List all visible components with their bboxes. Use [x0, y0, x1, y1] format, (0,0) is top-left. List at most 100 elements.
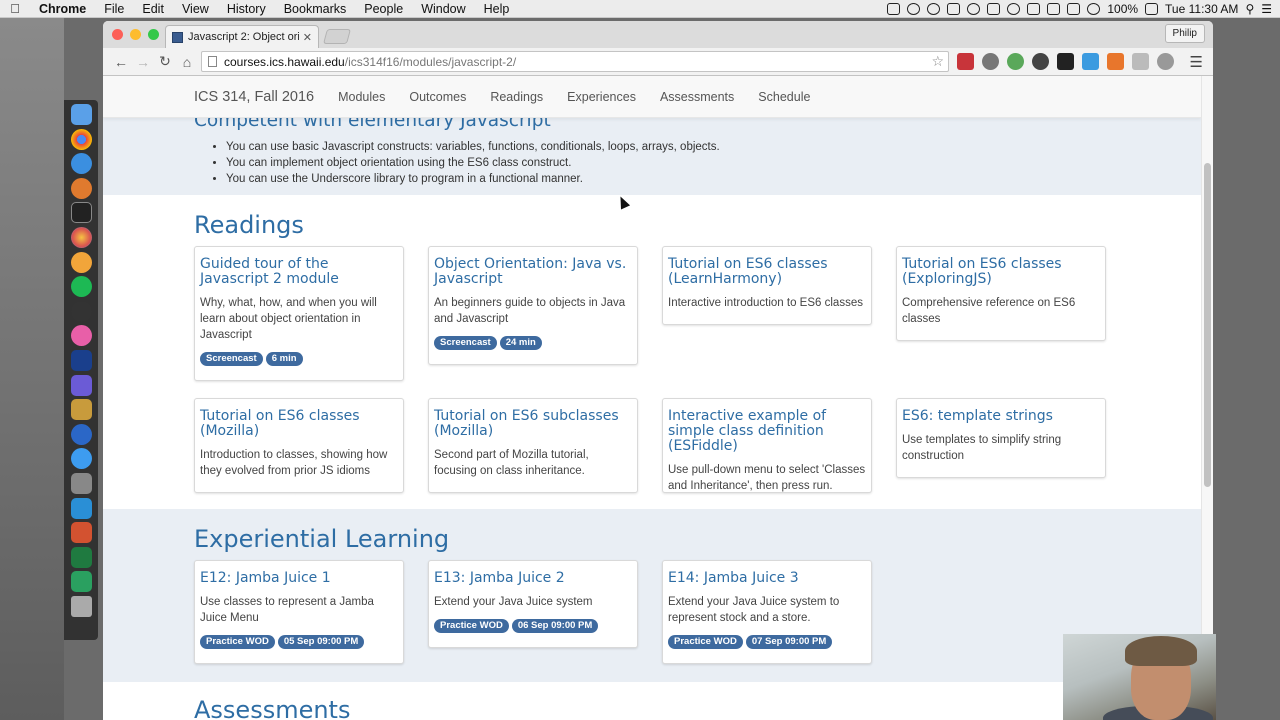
- apple-icon[interactable]: : [0, 1, 30, 16]
- menu-history[interactable]: History: [218, 2, 275, 16]
- chrome-icon[interactable]: [70, 128, 92, 150]
- trash-icon[interactable]: [70, 595, 92, 617]
- menu-edit[interactable]: Edit: [133, 2, 173, 16]
- card-title-link[interactable]: ES6: template strings: [902, 409, 1100, 424]
- scrollbar-thumb[interactable]: [1204, 163, 1211, 487]
- back-arrow-icon[interactable]: ←: [110, 54, 132, 70]
- experience-card[interactable]: E13: Jamba Juice 2 Extend your Java Juic…: [428, 560, 638, 648]
- experience-card[interactable]: E14: Jamba Juice 3 Extend your Java Juic…: [662, 560, 872, 664]
- timer-icon[interactable]: [967, 3, 981, 15]
- dropbox-icon[interactable]: [1027, 3, 1041, 15]
- extension-red-icon[interactable]: [957, 53, 974, 70]
- extension-blue-icon[interactable]: [1082, 53, 1099, 70]
- menu-help[interactable]: Help: [475, 2, 519, 16]
- close-window-button[interactable]: [112, 29, 123, 40]
- wifi-icon[interactable]: [1087, 3, 1101, 15]
- jetbrains-extension-icon[interactable]: [1057, 53, 1074, 70]
- powerpoint-icon[interactable]: [70, 522, 92, 544]
- page-scrollbar[interactable]: [1201, 76, 1213, 720]
- menu-bookmarks[interactable]: Bookmarks: [275, 2, 356, 16]
- warning-icon[interactable]: [987, 3, 1001, 15]
- intellij-icon[interactable]: [70, 349, 92, 371]
- evernote-extension-icon[interactable]: [1007, 53, 1024, 70]
- battery-icon[interactable]: [1145, 3, 1159, 15]
- nav-experiences[interactable]: Experiences: [555, 90, 648, 104]
- zoom-window-button[interactable]: [148, 29, 159, 40]
- card-title-link[interactable]: Guided tour of the Javascript 2 module: [200, 257, 398, 287]
- forward-arrow-icon[interactable]: →: [132, 54, 154, 70]
- nav-schedule[interactable]: Schedule: [746, 90, 822, 104]
- extension-off-icon[interactable]: [1107, 53, 1124, 70]
- experience-card[interactable]: E12: Jamba Juice 1 Use classes to repres…: [194, 560, 404, 664]
- app-store-icon[interactable]: [70, 448, 92, 470]
- itunes-icon[interactable]: [70, 325, 92, 347]
- clock-app-icon[interactable]: [907, 3, 921, 15]
- reading-card[interactable]: Tutorial on ES6 subclasses (Mozilla) Sec…: [428, 398, 638, 493]
- chrome-menu-icon[interactable]: ☰: [1190, 53, 1203, 71]
- site-brand[interactable]: ICS 314, Fall 2016: [194, 89, 314, 105]
- menu-view[interactable]: View: [173, 2, 218, 16]
- home-icon[interactable]: ⌂: [176, 54, 198, 70]
- skype-icon[interactable]: [70, 571, 92, 593]
- photos-icon[interactable]: [70, 226, 92, 248]
- page-info-icon[interactable]: [208, 56, 217, 67]
- browser-tab[interactable]: Javascript 2: Object orient ✕: [165, 25, 319, 48]
- notification-center-icon[interactable]: ☰: [1261, 2, 1272, 16]
- word-icon[interactable]: [70, 497, 92, 519]
- menu-file[interactable]: File: [95, 2, 133, 16]
- safari-icon[interactable]: [70, 153, 92, 175]
- reading-card[interactable]: ES6: template strings Use templates to s…: [896, 398, 1106, 478]
- reading-card[interactable]: Guided tour of the Javascript 2 module W…: [194, 246, 404, 381]
- terminal-icon[interactable]: [70, 202, 92, 224]
- screen-recorder-icon[interactable]: [887, 3, 901, 15]
- card-title-link[interactable]: Tutorial on ES6 classes (ExploringJS): [902, 257, 1100, 287]
- nav-assessments[interactable]: Assessments: [648, 90, 746, 104]
- bookmark-star-icon[interactable]: ☆: [931, 53, 944, 70]
- reading-card[interactable]: Object Orientation: Java vs. Javascript …: [428, 246, 638, 365]
- nav-readings[interactable]: Readings: [478, 90, 555, 104]
- onepassword-icon[interactable]: [70, 423, 92, 445]
- nav-outcomes[interactable]: Outcomes: [397, 90, 478, 104]
- screenflow-icon[interactable]: [70, 374, 92, 396]
- bluetooth-icon[interactable]: [1067, 3, 1081, 15]
- preview-icon[interactable]: [70, 472, 92, 494]
- firefox-icon[interactable]: [70, 177, 92, 199]
- profile-button[interactable]: Philip: [1164, 24, 1205, 43]
- vlc-icon[interactable]: [70, 251, 92, 273]
- extension-settings-icon[interactable]: [1157, 53, 1174, 70]
- reading-card[interactable]: Tutorial on ES6 classes (LearnHarmony) I…: [662, 246, 872, 325]
- reading-card[interactable]: Tutorial on ES6 classes (ExploringJS) Co…: [896, 246, 1106, 341]
- menu-app-name[interactable]: Chrome: [30, 2, 95, 16]
- drive-icon[interactable]: [947, 3, 961, 15]
- minimize-window-button[interactable]: [130, 29, 141, 40]
- card-title-link[interactable]: Interactive example of simple class defi…: [668, 409, 866, 454]
- card-title-link[interactable]: E14: Jamba Juice 3: [668, 571, 866, 586]
- spotlight-search-icon[interactable]: ⚲: [1245, 2, 1254, 16]
- chat-icon[interactable]: [1007, 3, 1021, 15]
- excel-icon[interactable]: [70, 546, 92, 568]
- new-tab-button[interactable]: [322, 29, 352, 44]
- menu-people[interactable]: People: [355, 2, 412, 16]
- card-title-link[interactable]: Object Orientation: Java vs. Javascript: [434, 257, 632, 287]
- card-title-link[interactable]: E12: Jamba Juice 1: [200, 571, 398, 586]
- address-bar[interactable]: courses.ics.hawaii.edu/ics314f16/modules…: [201, 51, 949, 72]
- info-icon[interactable]: [927, 3, 941, 15]
- card-title-link[interactable]: Tutorial on ES6 subclasses (Mozilla): [434, 409, 632, 439]
- tab-close-icon[interactable]: ✕: [303, 31, 312, 44]
- github-icon[interactable]: [70, 300, 92, 322]
- card-title-link[interactable]: Tutorial on ES6 classes (Mozilla): [200, 409, 398, 439]
- airplay-icon[interactable]: [1047, 3, 1061, 15]
- menu-window[interactable]: Window: [412, 2, 474, 16]
- onepassword-extension-icon[interactable]: [1032, 53, 1049, 70]
- reload-icon[interactable]: ↻: [154, 53, 176, 70]
- extension-gray-icon[interactable]: [1132, 53, 1149, 70]
- card-title-link[interactable]: E13: Jamba Juice 2: [434, 571, 632, 586]
- finder-icon[interactable]: [70, 104, 92, 125]
- reading-card[interactable]: Tutorial on ES6 classes (Mozilla) Introd…: [194, 398, 404, 493]
- nav-modules[interactable]: Modules: [326, 90, 397, 104]
- card-title-link[interactable]: Tutorial on ES6 classes (LearnHarmony): [668, 257, 866, 287]
- extension-sync-icon[interactable]: [982, 53, 999, 70]
- reading-card[interactable]: Interactive example of simple class defi…: [662, 398, 872, 493]
- menubar-clock[interactable]: Tue 11:30 AM: [1165, 2, 1238, 16]
- script-editor-icon[interactable]: [70, 399, 92, 421]
